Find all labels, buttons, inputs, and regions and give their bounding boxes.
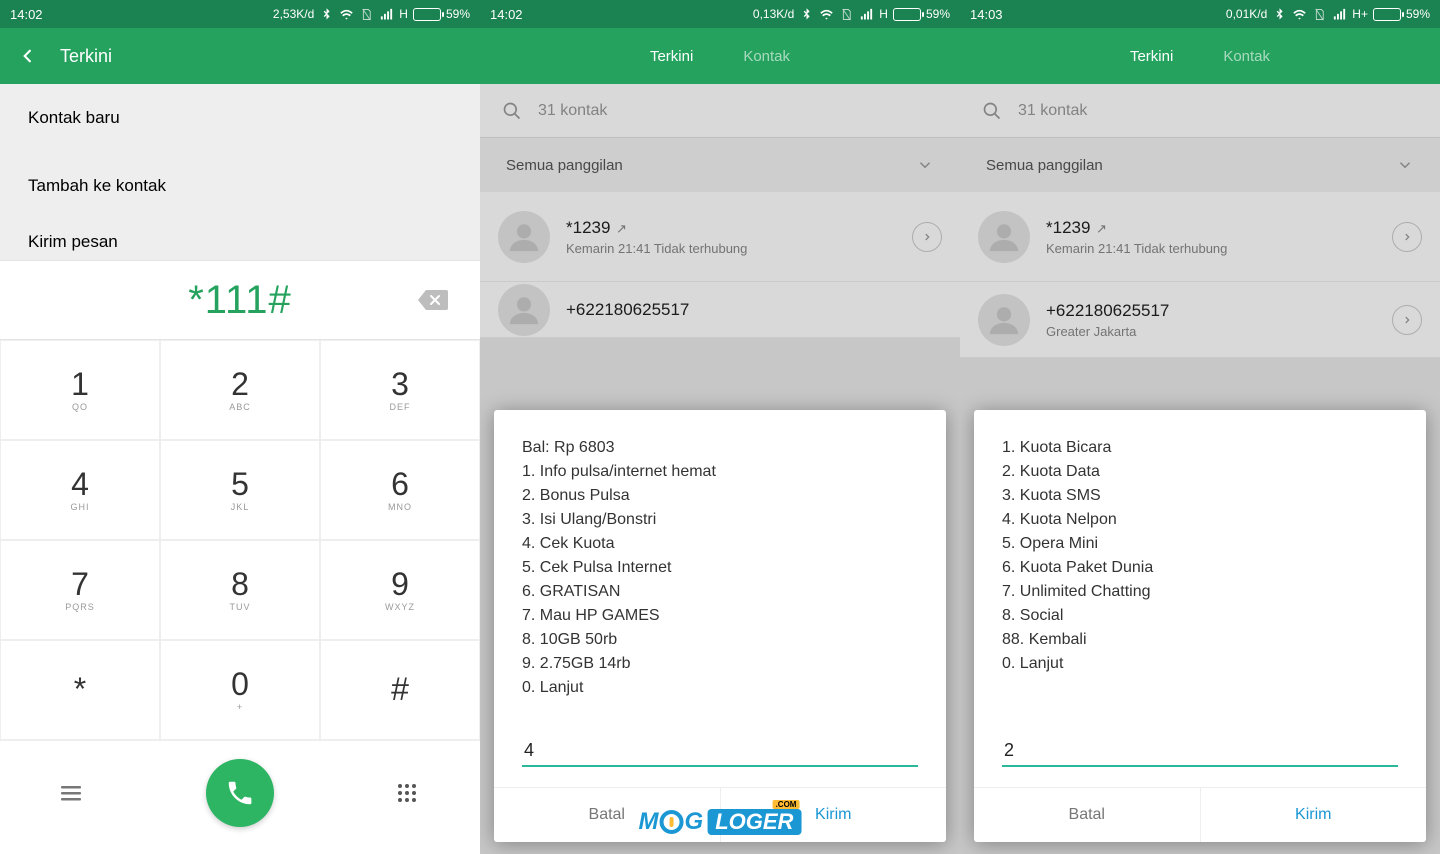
network-type: H (879, 7, 888, 21)
status-bar: 14:02 0,13K/d H 59% (480, 0, 960, 28)
app-header: Terkini Kontak (480, 28, 960, 84)
menu-new-contact[interactable]: Kontak baru (0, 84, 480, 152)
battery-icon (413, 8, 441, 21)
status-time: 14:03 (970, 7, 1003, 22)
key-2[interactable]: 2ABC (160, 340, 320, 440)
wifi-icon (1292, 7, 1307, 22)
app-header: Terkini Kontak (960, 28, 1440, 84)
dialer-bottom-bar (0, 740, 480, 844)
header-title: Terkini (60, 46, 112, 67)
battery-icon (893, 8, 921, 21)
dialed-number: *111# (188, 278, 292, 323)
cancel-button[interactable]: Batal (974, 788, 1201, 842)
send-button[interactable]: Kirim (1201, 788, 1427, 842)
key-8[interactable]: 8TUV (160, 540, 320, 640)
screen-dialer: 14:02 2,53K/d H 59% Terkini Kontak baru … (0, 0, 480, 854)
dial-display: *111# (0, 260, 480, 340)
ussd-input[interactable] (1002, 736, 1398, 767)
wifi-icon (339, 7, 354, 22)
menu-add-contact[interactable]: Tambah ke kontak (0, 152, 480, 220)
nosim-icon (1312, 7, 1327, 22)
status-time: 14:02 (490, 7, 523, 22)
ussd-text: 1. Kuota Bicara 2. Kuota Data 3. Kuota S… (1002, 436, 1398, 716)
watermark-logo: M G LOGER.COM (639, 808, 802, 836)
backspace-button[interactable] (416, 288, 450, 312)
status-netspeed: 0,13K/d (753, 7, 794, 21)
tab-recent[interactable]: Terkini (1130, 48, 1173, 65)
bluetooth-icon (799, 7, 814, 22)
status-bar: 14:02 2,53K/d H 59% (0, 0, 480, 28)
status-bar: 14:03 0,01K/d H+ 59% (960, 0, 1440, 28)
key-star[interactable]: * (0, 640, 160, 740)
key-5[interactable]: 5JKL (160, 440, 320, 540)
status-netspeed: 0,01K/d (1226, 7, 1267, 21)
network-type: H+ (1352, 7, 1368, 21)
key-1[interactable]: 1QO (0, 340, 160, 440)
battery-percent: 59% (1406, 7, 1430, 21)
bluetooth-icon (319, 7, 334, 22)
screen-ussd-1: 14:02 0,13K/d H 59% Terkini Kontak 31 ko… (480, 0, 960, 854)
ussd-dialog: 1. Kuota Bicara 2. Kuota Data 3. Kuota S… (974, 410, 1426, 842)
key-0[interactable]: 0+ (160, 640, 320, 740)
nosim-icon (359, 7, 374, 22)
bluetooth-icon (1272, 7, 1287, 22)
signal-icon (859, 7, 874, 22)
keypad: 1QO 2ABC 3DEF 4GHI 5JKL 6MNO 7PQRS 8TUV … (0, 340, 480, 740)
battery-icon (1373, 8, 1401, 21)
menu-button[interactable] (61, 781, 85, 805)
signal-icon (379, 7, 394, 22)
key-9[interactable]: 9WXYZ (320, 540, 480, 640)
battery-percent: 59% (446, 7, 470, 21)
status-netspeed: 2,53K/d (273, 7, 314, 21)
wifi-icon (819, 7, 834, 22)
tab-contacts[interactable]: Kontak (743, 48, 790, 65)
network-type: H (399, 7, 408, 21)
dialpad-grid-icon[interactable] (395, 781, 419, 805)
status-time: 14:02 (10, 7, 43, 22)
power-icon (660, 810, 684, 834)
key-6[interactable]: 6MNO (320, 440, 480, 540)
nosim-icon (839, 7, 854, 22)
menu-send-message[interactable]: Kirim pesan (0, 220, 480, 260)
key-4[interactable]: 4GHI (0, 440, 160, 540)
screen-ussd-2: 14:03 0,01K/d H+ 59% Terkini Kontak 31 k… (960, 0, 1440, 854)
context-menu: Kontak baru Tambah ke kontak Kirim pesan (0, 84, 480, 260)
call-button[interactable] (206, 759, 274, 827)
back-button[interactable] (18, 46, 38, 66)
key-3[interactable]: 3DEF (320, 340, 480, 440)
ussd-text: Bal: Rp 6803 1. Info pulsa/internet hema… (522, 436, 918, 716)
battery-percent: 59% (926, 7, 950, 21)
tab-recent[interactable]: Terkini (650, 48, 693, 65)
key-7[interactable]: 7PQRS (0, 540, 160, 640)
ussd-dialog: Bal: Rp 6803 1. Info pulsa/internet hema… (494, 410, 946, 842)
signal-icon (1332, 7, 1347, 22)
tab-contacts[interactable]: Kontak (1223, 48, 1270, 65)
ussd-input[interactable] (522, 736, 918, 767)
app-header: Terkini (0, 28, 480, 84)
key-hash[interactable]: # (320, 640, 480, 740)
